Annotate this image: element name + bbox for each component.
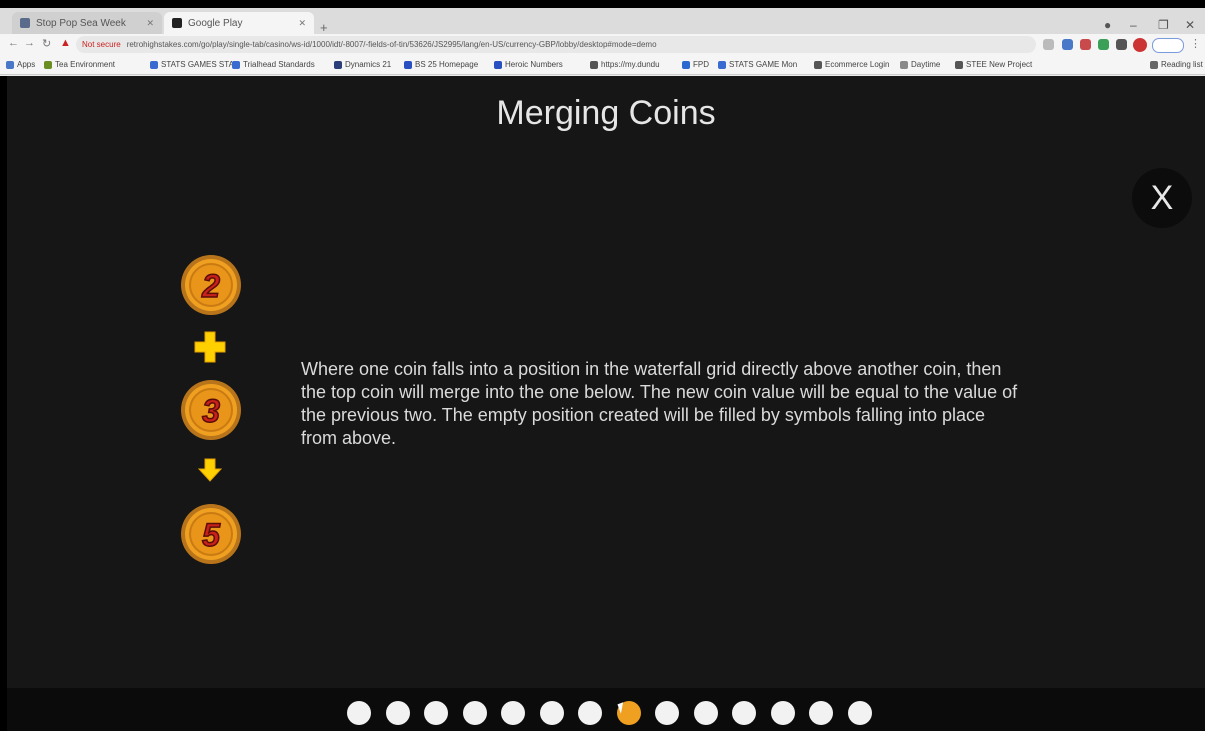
forward-icon[interactable]: → xyxy=(24,37,35,49)
bookmark-icon xyxy=(900,60,908,69)
browser-tab-2[interactable]: Google Play ✕ xyxy=(164,12,314,34)
security-label: Not secure xyxy=(82,40,121,49)
url-input[interactable]: Not secure retrohighstakes.com/go/play/s… xyxy=(76,36,1036,53)
rule-description: Where one coin falls into a position in … xyxy=(301,359,1018,448)
bookmark-icon xyxy=(590,60,598,69)
page-dot[interactable] xyxy=(347,701,371,725)
coin-value: 2 xyxy=(201,268,220,304)
plus-icon xyxy=(194,331,226,363)
bookmark-item[interactable]: FPD xyxy=(682,60,709,69)
browser-chrome: Stop Pop Sea Week ✕ Google Play ✕ + ● – … xyxy=(0,0,1205,76)
reading-list[interactable]: Reading list xyxy=(1150,60,1203,69)
bookmark-icon xyxy=(150,60,158,69)
profile-indicator-icon[interactable]: ● xyxy=(1104,18,1111,32)
tab-close-icon[interactable]: ✕ xyxy=(298,18,306,29)
coin-icon: 3 xyxy=(181,380,241,440)
tab-favicon-icon xyxy=(20,18,30,28)
extension-icon[interactable] xyxy=(1080,39,1091,50)
bookmark-item[interactable]: Daytime xyxy=(900,60,940,69)
bookmark-icon xyxy=(404,60,412,69)
bookmark-item[interactable]: BS 25 Homepage xyxy=(404,60,478,69)
tab-label: Stop Pop Sea Week xyxy=(36,17,126,29)
bookmark-icon xyxy=(232,60,240,69)
bookmark-item[interactable]: Trialhead Standards xyxy=(232,60,315,69)
coin-value: 5 xyxy=(202,517,221,553)
menu-icon[interactable]: ⋮ xyxy=(1190,37,1201,50)
coin-value: 3 xyxy=(202,393,220,429)
page-dot[interactable] xyxy=(424,701,448,725)
reading-list-icon xyxy=(1150,60,1158,69)
page-dots xyxy=(347,701,872,725)
profile-pill[interactable] xyxy=(1152,38,1184,53)
close-window-button[interactable]: ✕ xyxy=(1185,18,1195,32)
maximize-button[interactable]: ❐ xyxy=(1158,18,1169,32)
tab-label: Google Play xyxy=(188,17,243,29)
new-tab-button[interactable]: + xyxy=(320,20,328,35)
page-dot[interactable] xyxy=(385,701,410,725)
bookmark-item[interactable]: Ecommerce Login xyxy=(814,60,889,69)
extension-icon[interactable] xyxy=(1098,39,1109,50)
coin-icon: 5 xyxy=(181,504,241,564)
url-text: retrohighstakes.com/go/play/single-tab/c… xyxy=(126,40,657,49)
coin-icon: 2 xyxy=(181,255,241,315)
bookmark-item[interactable]: STATS GAME Mon xyxy=(718,60,797,69)
close-button[interactable]: X xyxy=(1132,168,1192,228)
extension-icon[interactable] xyxy=(1043,39,1054,50)
page-indicator-bar xyxy=(7,688,1205,731)
bookmark-item[interactable]: Tea Environment xyxy=(44,60,115,69)
bookmark-icon xyxy=(718,60,726,69)
bookmark-icon xyxy=(44,60,52,69)
tab-close-icon[interactable]: ✕ xyxy=(146,18,154,29)
page-title: Merging Coins xyxy=(496,94,716,132)
apps-icon xyxy=(6,60,14,69)
page-dot[interactable] xyxy=(462,701,487,725)
game-help-panel: Merging Coins X 2 3 5 Where one coin fal… xyxy=(7,76,1205,731)
bookmark-icon xyxy=(334,60,342,69)
tab-strip: Stop Pop Sea Week ✕ Google Play ✕ + ● – … xyxy=(0,8,1205,35)
bookmark-item[interactable]: Apps xyxy=(6,60,35,69)
page-dot[interactable] xyxy=(809,701,833,725)
address-bar-row: ← → ↻ ▲ Not secure retrohighstakes.com/g… xyxy=(0,34,1205,56)
browser-tab-1[interactable]: Stop Pop Sea Week ✕ xyxy=(12,12,162,34)
bookmark-item[interactable]: https://my.dundu xyxy=(590,60,660,69)
bookmarks-bar: Apps Tea Environment STATS GAMES STA Tri… xyxy=(0,56,1205,75)
page-dot[interactable] xyxy=(539,701,564,725)
bookmark-item[interactable]: Dynamics 21 xyxy=(334,60,391,69)
bookmark-item[interactable]: STATS GAMES STA xyxy=(150,60,234,69)
extensions-puzzle-icon[interactable] xyxy=(1116,39,1127,50)
page-dot[interactable] xyxy=(770,701,795,725)
coin-merge-illustration: 2 3 5 xyxy=(177,254,247,574)
arrow-down-icon xyxy=(197,458,223,482)
extension-icon[interactable] xyxy=(1062,39,1073,50)
page-dot[interactable] xyxy=(578,701,602,725)
page-dot[interactable] xyxy=(847,701,872,725)
reload-icon[interactable]: ↻ xyxy=(42,37,51,50)
screen-top-bar xyxy=(0,0,1205,8)
bookmark-icon xyxy=(955,60,963,69)
back-icon[interactable]: ← xyxy=(8,37,19,49)
warning-icon: ▲ xyxy=(60,37,71,49)
minimize-button[interactable]: – xyxy=(1130,18,1137,32)
bookmark-icon xyxy=(682,60,690,69)
page-dot[interactable] xyxy=(732,701,756,725)
page-dot[interactable] xyxy=(655,701,679,725)
bookmark-icon xyxy=(814,60,822,69)
page-dot[interactable] xyxy=(501,701,525,725)
avatar[interactable] xyxy=(1133,38,1147,52)
bookmark-icon xyxy=(494,60,502,69)
bookmark-item[interactable]: STEE New Project xyxy=(955,60,1032,69)
page-dot[interactable] xyxy=(693,701,718,725)
bookmark-item[interactable]: Heroic Numbers xyxy=(494,60,563,69)
tab-favicon-icon xyxy=(172,18,182,28)
